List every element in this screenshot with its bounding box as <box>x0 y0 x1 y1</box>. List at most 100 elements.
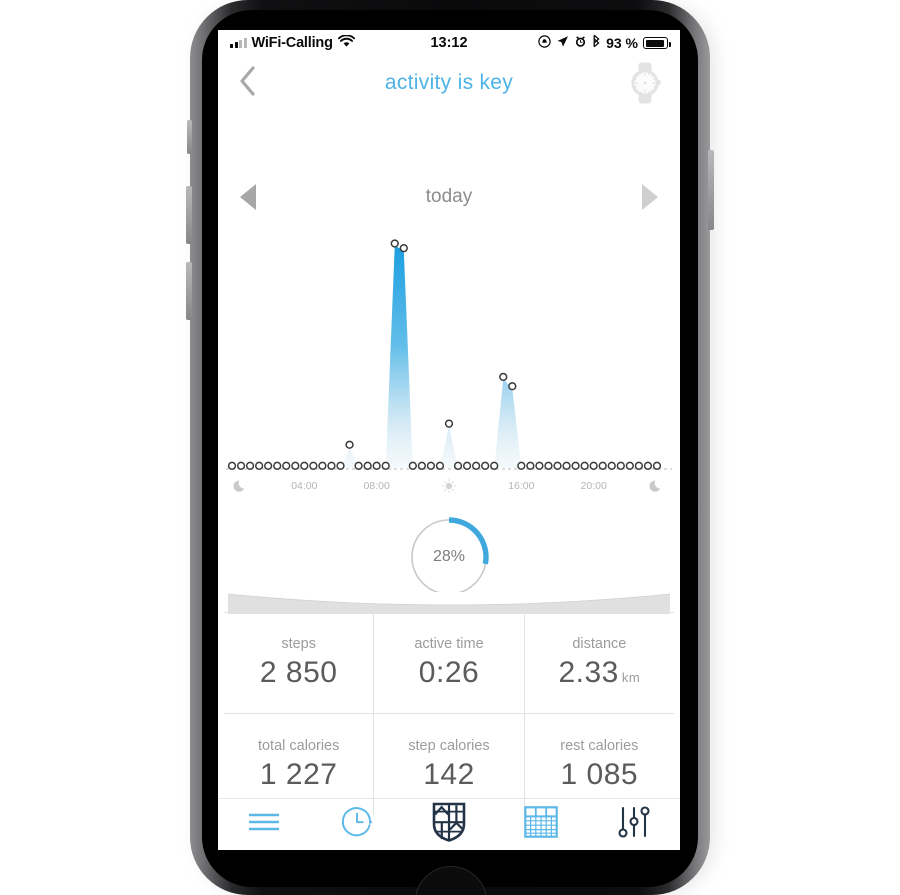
chart-data-point[interactable] <box>273 461 282 470</box>
stat-label: rest calories <box>560 737 639 754</box>
chart-data-point[interactable] <box>517 461 526 470</box>
stat-number: 1 227 <box>259 757 338 791</box>
battery-icon <box>643 37 671 49</box>
mute-switch[interactable] <box>187 120 192 154</box>
chart-data-point[interactable] <box>526 461 535 470</box>
stat-value: 2 850 <box>260 656 338 690</box>
clock-icon <box>339 804 375 845</box>
chart-data-point[interactable] <box>435 461 445 470</box>
chart-data-point[interactable] <box>363 461 372 470</box>
chart-data-point[interactable] <box>417 461 427 470</box>
sun-icon <box>441 478 457 494</box>
chart-data-point[interactable] <box>354 461 363 470</box>
chart-data-point[interactable] <box>553 461 562 470</box>
chart-data-point[interactable] <box>634 461 644 470</box>
previous-day-button[interactable] <box>232 182 264 212</box>
chart-data-point[interactable] <box>453 461 463 470</box>
stat-value: 0:26 <box>419 656 479 690</box>
chart-data-point[interactable] <box>372 461 381 470</box>
axis-tick-label: 08:00 <box>363 480 390 492</box>
shield-icon <box>432 802 466 847</box>
activity-chart-svg <box>226 239 672 470</box>
chart-data-point[interactable] <box>462 461 472 470</box>
chart-data-point[interactable] <box>236 461 246 470</box>
chart-data-point[interactable] <box>336 461 345 470</box>
chart-data-point[interactable] <box>481 461 490 470</box>
stat-number: 0:26 <box>418 656 480 689</box>
activity-chart[interactable] <box>218 226 680 474</box>
moon-icon <box>649 478 665 494</box>
stat-value: 2.33 km <box>558 656 640 690</box>
stat-unit: km <box>621 670 641 685</box>
chart-data-point[interactable] <box>300 461 309 470</box>
chart-data-point[interactable] <box>390 239 399 248</box>
next-day-button[interactable] <box>634 182 666 212</box>
tab-settings[interactable] <box>588 799 680 850</box>
chart-data-point[interactable] <box>589 461 598 470</box>
battery-percent-label: 93 % <box>606 35 638 51</box>
chart-data-point[interactable] <box>309 461 318 470</box>
stat-cell[interactable]: steps 2 850 <box>224 613 375 713</box>
chart-data-point[interactable] <box>408 461 417 470</box>
stat-number: 2 850 <box>259 656 338 689</box>
chart-data-point[interactable] <box>264 461 273 470</box>
screenshot-root: WiFi-Calling 13:12 93 % activity is key … <box>0 0 900 895</box>
chart-data-point[interactable] <box>499 372 508 382</box>
tab-bar <box>218 798 680 850</box>
tab-shield[interactable] <box>403 799 495 850</box>
phone-screen: WiFi-Calling 13:12 93 % activity is key … <box>218 30 680 850</box>
chart-data-point[interactable] <box>245 461 255 470</box>
stat-cell[interactable]: distance 2.33 km <box>525 613 674 713</box>
watch-icon <box>622 62 668 110</box>
chart-data-point[interactable] <box>327 461 336 470</box>
axis-tick-label: 20:00 <box>580 480 607 492</box>
back-button[interactable] <box>230 64 264 102</box>
tab-clock[interactable] <box>310 799 402 850</box>
chart-data-point[interactable] <box>471 461 481 470</box>
chart-data-point[interactable] <box>625 461 634 470</box>
stats-row: steps 2 850 active time 0:26 distance 2.33 km <box>224 613 674 714</box>
stat-label: distance <box>572 636 627 652</box>
chart-data-point[interactable] <box>643 461 653 470</box>
chart-data-point[interactable] <box>426 461 436 470</box>
chart-data-point[interactable] <box>562 461 571 470</box>
location-arrow-icon <box>556 35 569 52</box>
chart-data-point[interactable] <box>227 461 237 470</box>
calendar-icon <box>524 806 559 843</box>
chart-data-point[interactable] <box>598 461 607 470</box>
chart-data-point[interactable] <box>399 244 408 253</box>
chart-data-point[interactable] <box>490 461 499 470</box>
chart-data-point[interactable] <box>607 461 616 470</box>
triangle-left-icon <box>240 184 256 210</box>
bluetooth-icon <box>592 34 601 52</box>
alarm-clock-icon <box>574 35 587 52</box>
chart-data-point[interactable] <box>508 382 517 391</box>
chart-data-point[interactable] <box>616 461 625 470</box>
tab-calendar[interactable] <box>495 799 587 850</box>
page-title: activity is key <box>384 71 514 94</box>
power-button[interactable] <box>708 150 714 230</box>
tab-menu[interactable] <box>218 799 310 850</box>
chart-data-point[interactable] <box>345 440 354 449</box>
chart-data-point[interactable] <box>282 461 291 470</box>
watch-button[interactable] <box>622 60 668 106</box>
chart-data-point[interactable] <box>652 461 662 470</box>
triangle-right-icon <box>642 184 658 210</box>
volume-up-button[interactable] <box>186 186 192 244</box>
chart-data-point[interactable] <box>544 461 553 470</box>
chart-data-point[interactable] <box>381 461 390 470</box>
chart-data-point[interactable] <box>291 461 300 470</box>
stats-table: steps 2 850 active time 0:26 distance 2.33 km t… <box>224 612 674 815</box>
chart-data-point[interactable] <box>444 419 454 428</box>
volume-down-button[interactable] <box>186 262 192 320</box>
chart-data-point[interactable] <box>535 461 544 470</box>
sliders-icon <box>617 805 651 844</box>
chart-data-point[interactable] <box>580 461 589 470</box>
chart-data-point[interactable] <box>571 461 580 470</box>
chart-time-axis: 04:00 08:00 16:00 20:00 <box>218 474 680 504</box>
chart-data-point[interactable] <box>254 461 264 470</box>
chart-data-point[interactable] <box>318 461 327 470</box>
chevron-left-icon <box>239 65 256 101</box>
stat-value: 142 <box>423 758 475 792</box>
stat-cell[interactable]: active time 0:26 <box>374 613 525 713</box>
